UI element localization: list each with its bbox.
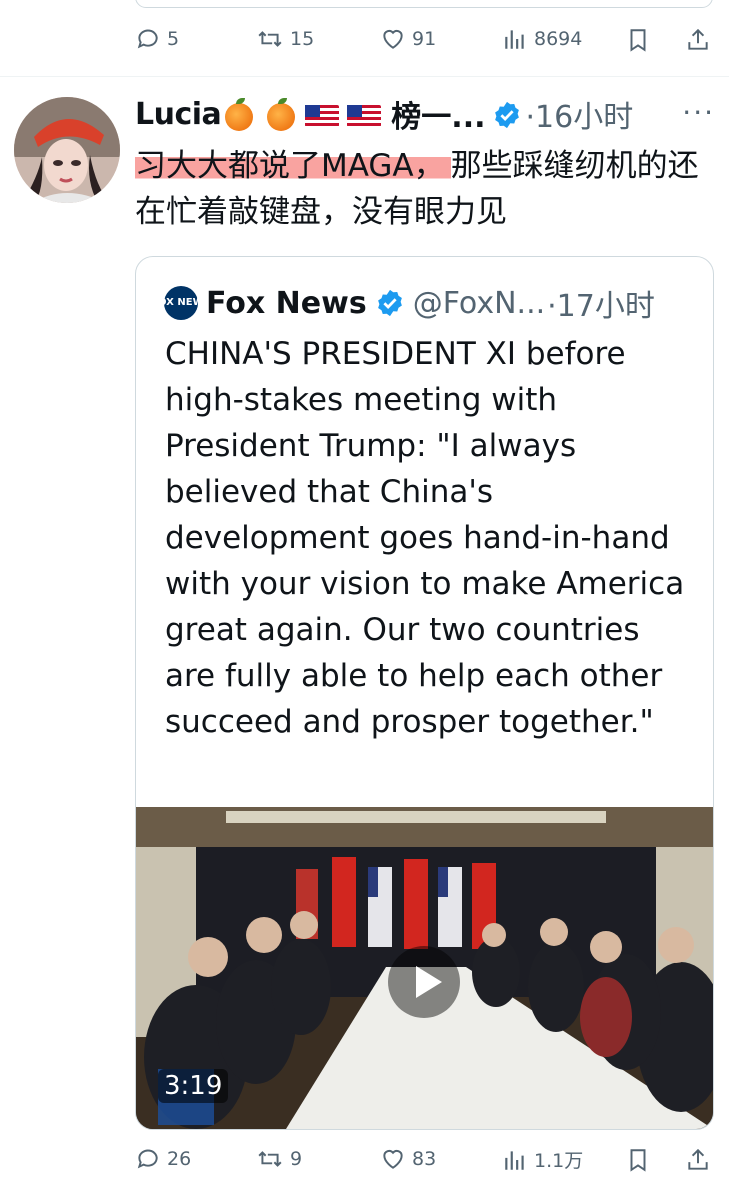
reply-count: 26: [167, 1148, 192, 1170]
bookmark-button[interactable]: [625, 26, 651, 54]
us-flag-icon: [305, 105, 340, 127]
reply-count: 5: [167, 28, 180, 50]
verified-badge-icon: [492, 100, 522, 134]
quoted-display-name[interactable]: Fox News: [206, 286, 367, 321]
like-icon: [380, 26, 406, 52]
avatar[interactable]: [14, 97, 120, 203]
tweet-divider: [0, 76, 729, 77]
tweet-header: Lucia 榜一... ·16小时 ···: [135, 92, 715, 136]
display-name[interactable]: Lucia: [135, 97, 222, 132]
fox-news-logo: FOX NEWS: [151, 286, 211, 320]
tweet-timestamp[interactable]: ·16小时: [526, 92, 634, 136]
more-options-icon[interactable]: ···: [682, 96, 715, 129]
retweet-count: 15: [290, 28, 315, 50]
tweet-text: 习大大都说了MAGA， 那些踩缝纫机的还在忙着敲键盘，没有眼力见: [135, 143, 715, 235]
retweet-icon: [256, 1146, 284, 1172]
reply-button[interactable]: 26: [135, 1146, 191, 1172]
video-duration: 3:19: [158, 1069, 229, 1103]
like-count: 83: [412, 1148, 437, 1170]
quoted-tweet-card[interactable]: FOX NEWS Fox News @FoxN... ·17小时 CHINA'S…: [135, 256, 714, 1130]
views-icon: [502, 1147, 528, 1173]
previous-tweet-action-bar: 5 15 91 8694: [0, 22, 729, 62]
display-name-suffix[interactable]: 榜一...: [391, 92, 485, 136]
retweet-icon: [256, 26, 284, 52]
like-icon: [380, 1146, 406, 1172]
video-player[interactable]: 3:19: [136, 807, 713, 1129]
previous-quote-card-edge: [135, 0, 713, 8]
share-button[interactable]: [685, 26, 711, 54]
quoted-timestamp[interactable]: ·17小时: [547, 281, 655, 325]
like-count: 91: [412, 28, 437, 50]
retweet-button[interactable]: 9: [256, 1146, 302, 1172]
peach-icon: [225, 98, 254, 131]
views-count: 1.1万: [534, 1150, 584, 1172]
us-flag-icon: [347, 105, 382, 127]
views-button[interactable]: 1.1万: [502, 1146, 583, 1173]
like-button[interactable]: 91: [380, 26, 436, 52]
play-button[interactable]: [388, 946, 460, 1018]
views-button[interactable]: 8694: [502, 26, 582, 52]
bookmark-icon: [625, 26, 651, 54]
bookmark-button[interactable]: [625, 1146, 651, 1174]
like-button[interactable]: 83: [380, 1146, 436, 1172]
bookmark-icon: [625, 1146, 651, 1174]
share-icon: [685, 1146, 711, 1174]
verified-badge-icon: [375, 288, 405, 322]
retweet-button[interactable]: 15: [256, 26, 314, 52]
highlighted-text: 习大大都说了MAGA，: [135, 148, 451, 184]
retweet-count: 9: [290, 1148, 303, 1170]
share-button[interactable]: [685, 1146, 711, 1174]
views-icon: [502, 26, 528, 52]
quoted-tweet-text: CHINA'S PRESIDENT XI before high-stakes …: [165, 336, 685, 740]
quoted-handle[interactable]: @FoxN...: [413, 286, 545, 321]
quoted-tweet-header: FOX NEWS Fox News @FoxN... ·17小时: [151, 281, 655, 325]
reply-button[interactable]: 5: [135, 26, 179, 52]
reply-icon: [135, 26, 161, 52]
reply-icon: [135, 1146, 161, 1172]
peach-icon: [267, 98, 296, 131]
share-icon: [685, 26, 711, 54]
views-count: 8694: [534, 28, 583, 50]
tweet-action-bar: 26 9 83 1.1万: [0, 1144, 729, 1184]
